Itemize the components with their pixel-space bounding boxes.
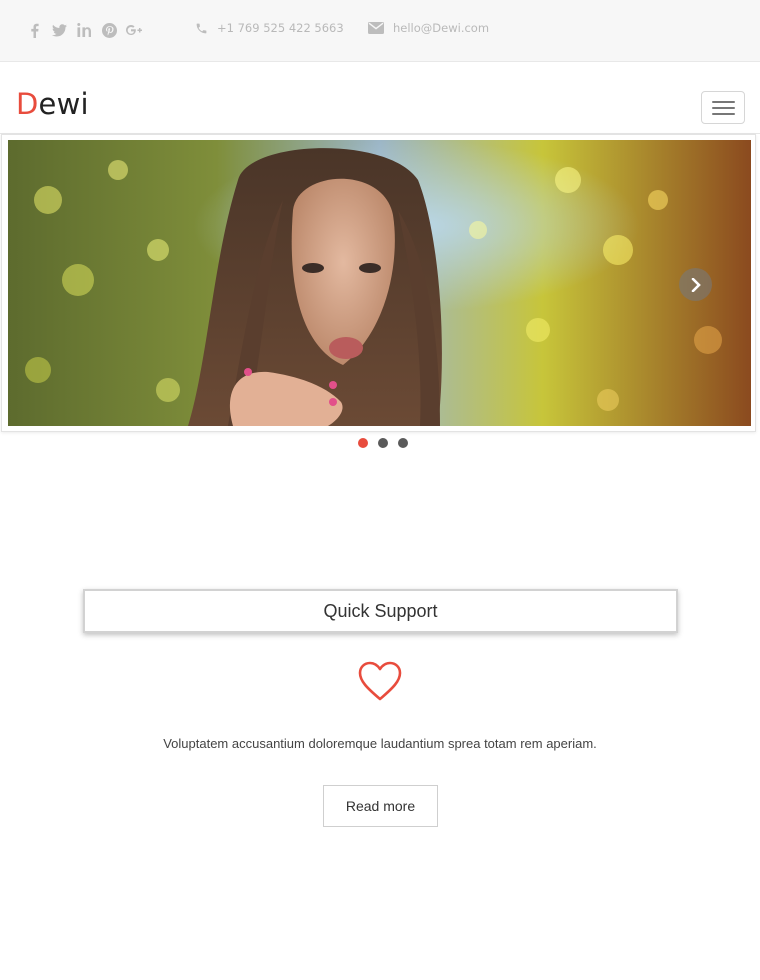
feature-title: Quick Support [83,589,678,633]
google-plus-icon[interactable] [126,20,142,40]
logo-rest: ewi [38,87,89,121]
email-address: hello@Dewi.com [393,21,490,35]
pinterest-icon[interactable] [101,20,117,40]
envelope-icon [368,22,384,34]
logo-initial: D [16,87,39,121]
slide-image [8,140,751,426]
hamburger-bar [712,107,735,109]
slider-dot-3[interactable] [398,438,408,448]
contact-phone[interactable]: +1 769 525 422 5663 [195,21,344,35]
phone-icon [196,23,207,33]
facebook-icon[interactable] [26,20,42,40]
phone-number: +1 769 525 422 5663 [217,21,344,35]
hamburger-bar [712,113,735,115]
contact-email[interactable]: hello@Dewi.com [368,21,489,35]
top-bar: +1 769 525 422 5663 hello@Dewi.com [0,0,760,62]
hero-slider [1,134,756,432]
slider-next-button[interactable] [679,268,712,301]
read-more-button[interactable]: Read more [323,785,438,827]
site-logo[interactable]: Dewi [16,87,89,121]
twitter-icon[interactable] [51,20,67,40]
slider-dot-2[interactable] [378,438,388,448]
social-links [26,20,142,40]
site-header: Dewi [0,63,760,134]
heart-icon [358,661,402,701]
slider-dot-1[interactable] [358,438,368,448]
chevron-right-icon [691,277,701,292]
hamburger-bar [712,101,735,103]
linkedin-icon[interactable] [76,20,92,40]
slider-pagination [358,438,408,448]
feature-description: Voluptatem accusantium doloremque laudan… [163,736,597,751]
hamburger-menu-button[interactable] [701,91,745,124]
